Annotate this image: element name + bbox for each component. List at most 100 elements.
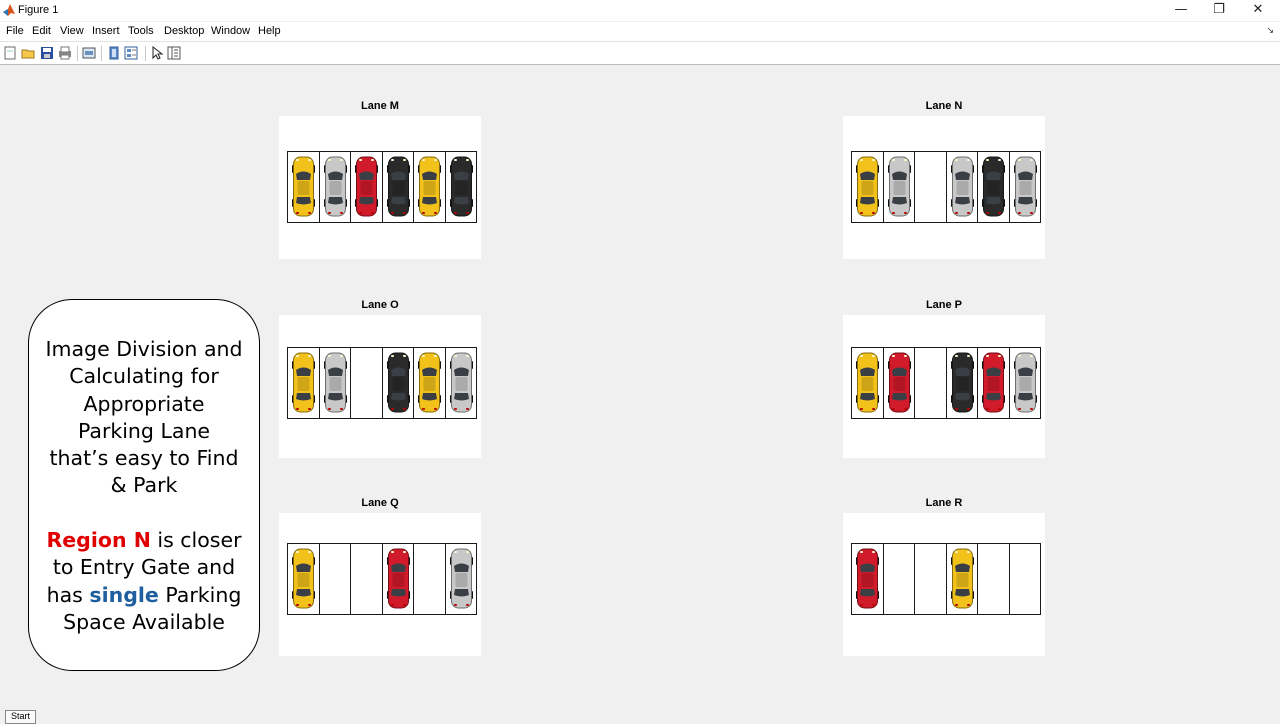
lane-image: [843, 116, 1045, 259]
silver-car-icon: [323, 352, 347, 413]
yellow-car-icon: [418, 156, 441, 217]
minimize-button[interactable]: —: [1162, 0, 1200, 21]
parking-lot: [851, 543, 1041, 615]
empty-parking-space: [915, 152, 947, 222]
silver-car-icon: [1013, 352, 1037, 413]
window-title: Figure 1: [18, 4, 59, 16]
empty-parking-space: [915, 348, 947, 418]
occupied-parking-space: [446, 152, 477, 222]
lane-title: Lane R: [925, 497, 963, 509]
annotation-line: Appropriate: [83, 391, 205, 416]
occupied-parking-space: [288, 544, 320, 614]
yellow-car-icon: [292, 352, 315, 413]
open-file-icon[interactable]: [21, 46, 35, 60]
silver-car-icon: [449, 548, 473, 609]
black-car-icon: [950, 352, 974, 413]
silver-car-icon: [887, 156, 911, 217]
red-car-icon: [982, 352, 1005, 413]
toolbar-separator: [101, 46, 102, 61]
annotation-text: Image Division and Calculating for Appro…: [39, 336, 249, 636]
occupied-parking-space: [288, 348, 320, 418]
black-car-icon: [982, 156, 1005, 217]
menu-edit[interactable]: Edit: [32, 25, 51, 37]
occupied-parking-space: [947, 544, 978, 614]
print-icon[interactable]: [58, 46, 72, 60]
lane-image: [843, 513, 1045, 656]
empty-parking-space: [978, 544, 1010, 614]
menu-help[interactable]: Help: [258, 25, 281, 37]
title-bar: Figure 1 — ❐ ✕: [0, 0, 1280, 21]
annotation-fragment: is closer: [150, 528, 242, 553]
lane-image: [279, 315, 481, 458]
annotation-line: Image Division and: [45, 337, 243, 361]
insert-colorbar-icon[interactable]: [167, 46, 181, 60]
hide-plot-tools-icon[interactable]: [107, 46, 121, 60]
yellow-car-icon: [856, 156, 879, 217]
occupied-parking-space: [884, 348, 915, 418]
yellow-car-icon: [856, 352, 879, 413]
lane-image: [843, 315, 1045, 458]
close-button[interactable]: ✕: [1239, 0, 1277, 21]
annotation-line: Space Available: [63, 609, 225, 634]
red-car-icon: [856, 548, 879, 609]
occupied-parking-space: [383, 152, 414, 222]
menu-bar: File Edit View Insert Tools Desktop Wind…: [0, 22, 1280, 41]
occupied-parking-space: [383, 544, 414, 614]
parking-lot: [851, 151, 1041, 223]
occupied-parking-space: [852, 348, 884, 418]
new-figure-icon[interactable]: [3, 46, 17, 60]
lane-title: Lane N: [925, 100, 963, 112]
parking-lot: [287, 543, 477, 615]
annotation-line: has single Parking: [39, 582, 249, 609]
annotation-line: Calculating for: [69, 364, 219, 389]
occupied-parking-space: [1010, 348, 1041, 418]
occupied-parking-space: [320, 348, 351, 418]
parking-lot: [287, 151, 477, 223]
lane-title: Lane M: [361, 100, 399, 112]
occupied-parking-space: [320, 152, 351, 222]
black-car-icon: [386, 156, 410, 217]
occupied-parking-space: [978, 348, 1010, 418]
black-car-icon: [386, 352, 410, 413]
occupied-parking-space: [884, 152, 915, 222]
menu-tools[interactable]: Tools: [128, 25, 154, 37]
dock-arrow-icon[interactable]: ↘: [1266, 25, 1274, 36]
edit-plot-icon[interactable]: [150, 46, 164, 60]
occupied-parking-space: [351, 152, 383, 222]
occupied-parking-space: [978, 152, 1010, 222]
annotation-line: Region N is closer: [39, 527, 249, 554]
yellow-car-icon: [418, 352, 441, 413]
menu-file[interactable]: File: [6, 25, 24, 37]
empty-parking-space: [351, 348, 383, 418]
empty-parking-space: [915, 544, 947, 614]
occupied-parking-space: [852, 544, 884, 614]
occupied-parking-space: [288, 152, 320, 222]
menu-desktop[interactable]: Desktop: [164, 25, 204, 37]
occupied-parking-space: [446, 544, 477, 614]
occupied-parking-space: [414, 348, 446, 418]
restore-button[interactable]: ❐: [1200, 0, 1238, 21]
parking-lot: [287, 347, 477, 419]
link-plot-icon[interactable]: [82, 46, 96, 60]
show-plot-tools-icon[interactable]: [124, 46, 138, 60]
annotation-callout: Image Division and Calculating for Appro…: [28, 299, 260, 671]
single-highlight: single: [89, 582, 159, 607]
menu-window[interactable]: Window: [211, 25, 250, 37]
annotation-fragment: Parking: [158, 582, 242, 607]
occupied-parking-space: [852, 152, 884, 222]
occupied-parking-space: [414, 152, 446, 222]
save-icon[interactable]: [40, 46, 54, 60]
empty-parking-space: [320, 544, 351, 614]
silver-car-icon: [950, 156, 974, 217]
annotation-line: & Park: [110, 473, 178, 498]
menu-insert[interactable]: Insert: [92, 25, 120, 37]
black-car-icon: [449, 156, 473, 217]
occupied-parking-space: [383, 348, 414, 418]
start-button[interactable]: Start: [5, 710, 36, 724]
lane-title: Lane P: [925, 299, 963, 311]
annotation-fragment: has: [46, 582, 90, 607]
menu-view[interactable]: View: [60, 25, 84, 37]
yellow-car-icon: [950, 548, 974, 609]
parking-lot: [851, 347, 1041, 419]
red-car-icon: [386, 548, 410, 609]
